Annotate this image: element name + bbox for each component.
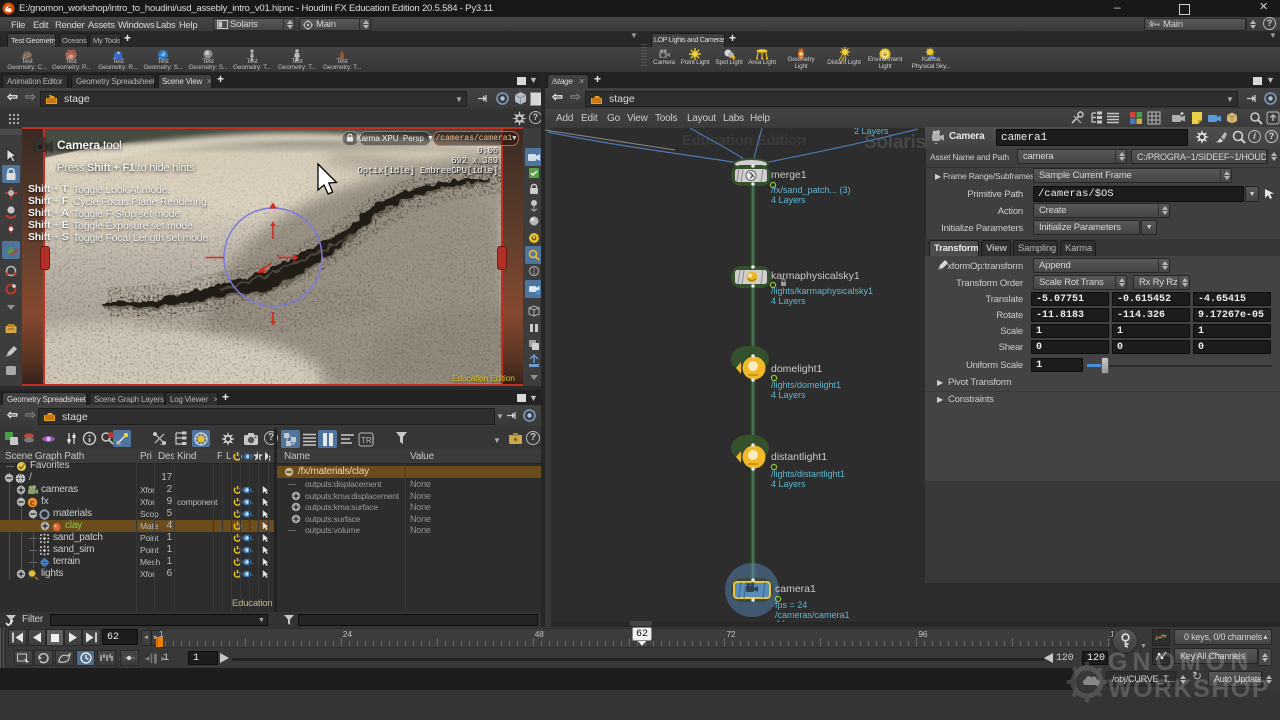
svg-text:4 Layers: 4 Layers — [771, 479, 806, 489]
svg-text:c: c — [30, 498, 35, 507]
svg-text:karmaphysicalsky1: karmaphysicalsky1 — [771, 270, 860, 282]
svg-text:4 Layers: 4 Layers — [771, 195, 806, 205]
svg-text:distantlight1: distantlight1 — [771, 451, 827, 463]
svg-text:TRS: TRS — [361, 436, 374, 445]
svg-text:camera1: camera1 — [775, 583, 816, 595]
svg-text:2 Layers: 2 Layers — [854, 128, 889, 136]
svg-text:merge1: merge1 — [771, 169, 807, 181]
svg-text:/lights/karmaphysicalsky1: /lights/karmaphysicalsky1 — [771, 286, 873, 296]
svg-text:4 Layers: 4 Layers — [771, 390, 806, 400]
svg-text:fps = 24: fps = 24 — [775, 600, 807, 610]
svg-text:/fx/sand_patch... (3): /fx/sand_patch... (3) — [771, 185, 851, 195]
svg-text:/lights/distantlight1: /lights/distantlight1 — [771, 469, 845, 479]
svg-text:4 Layers: 4 Layers — [771, 296, 806, 306]
svg-text:domelight1: domelight1 — [771, 363, 823, 375]
svg-text:/lights/domelight1: /lights/domelight1 — [771, 380, 841, 390]
